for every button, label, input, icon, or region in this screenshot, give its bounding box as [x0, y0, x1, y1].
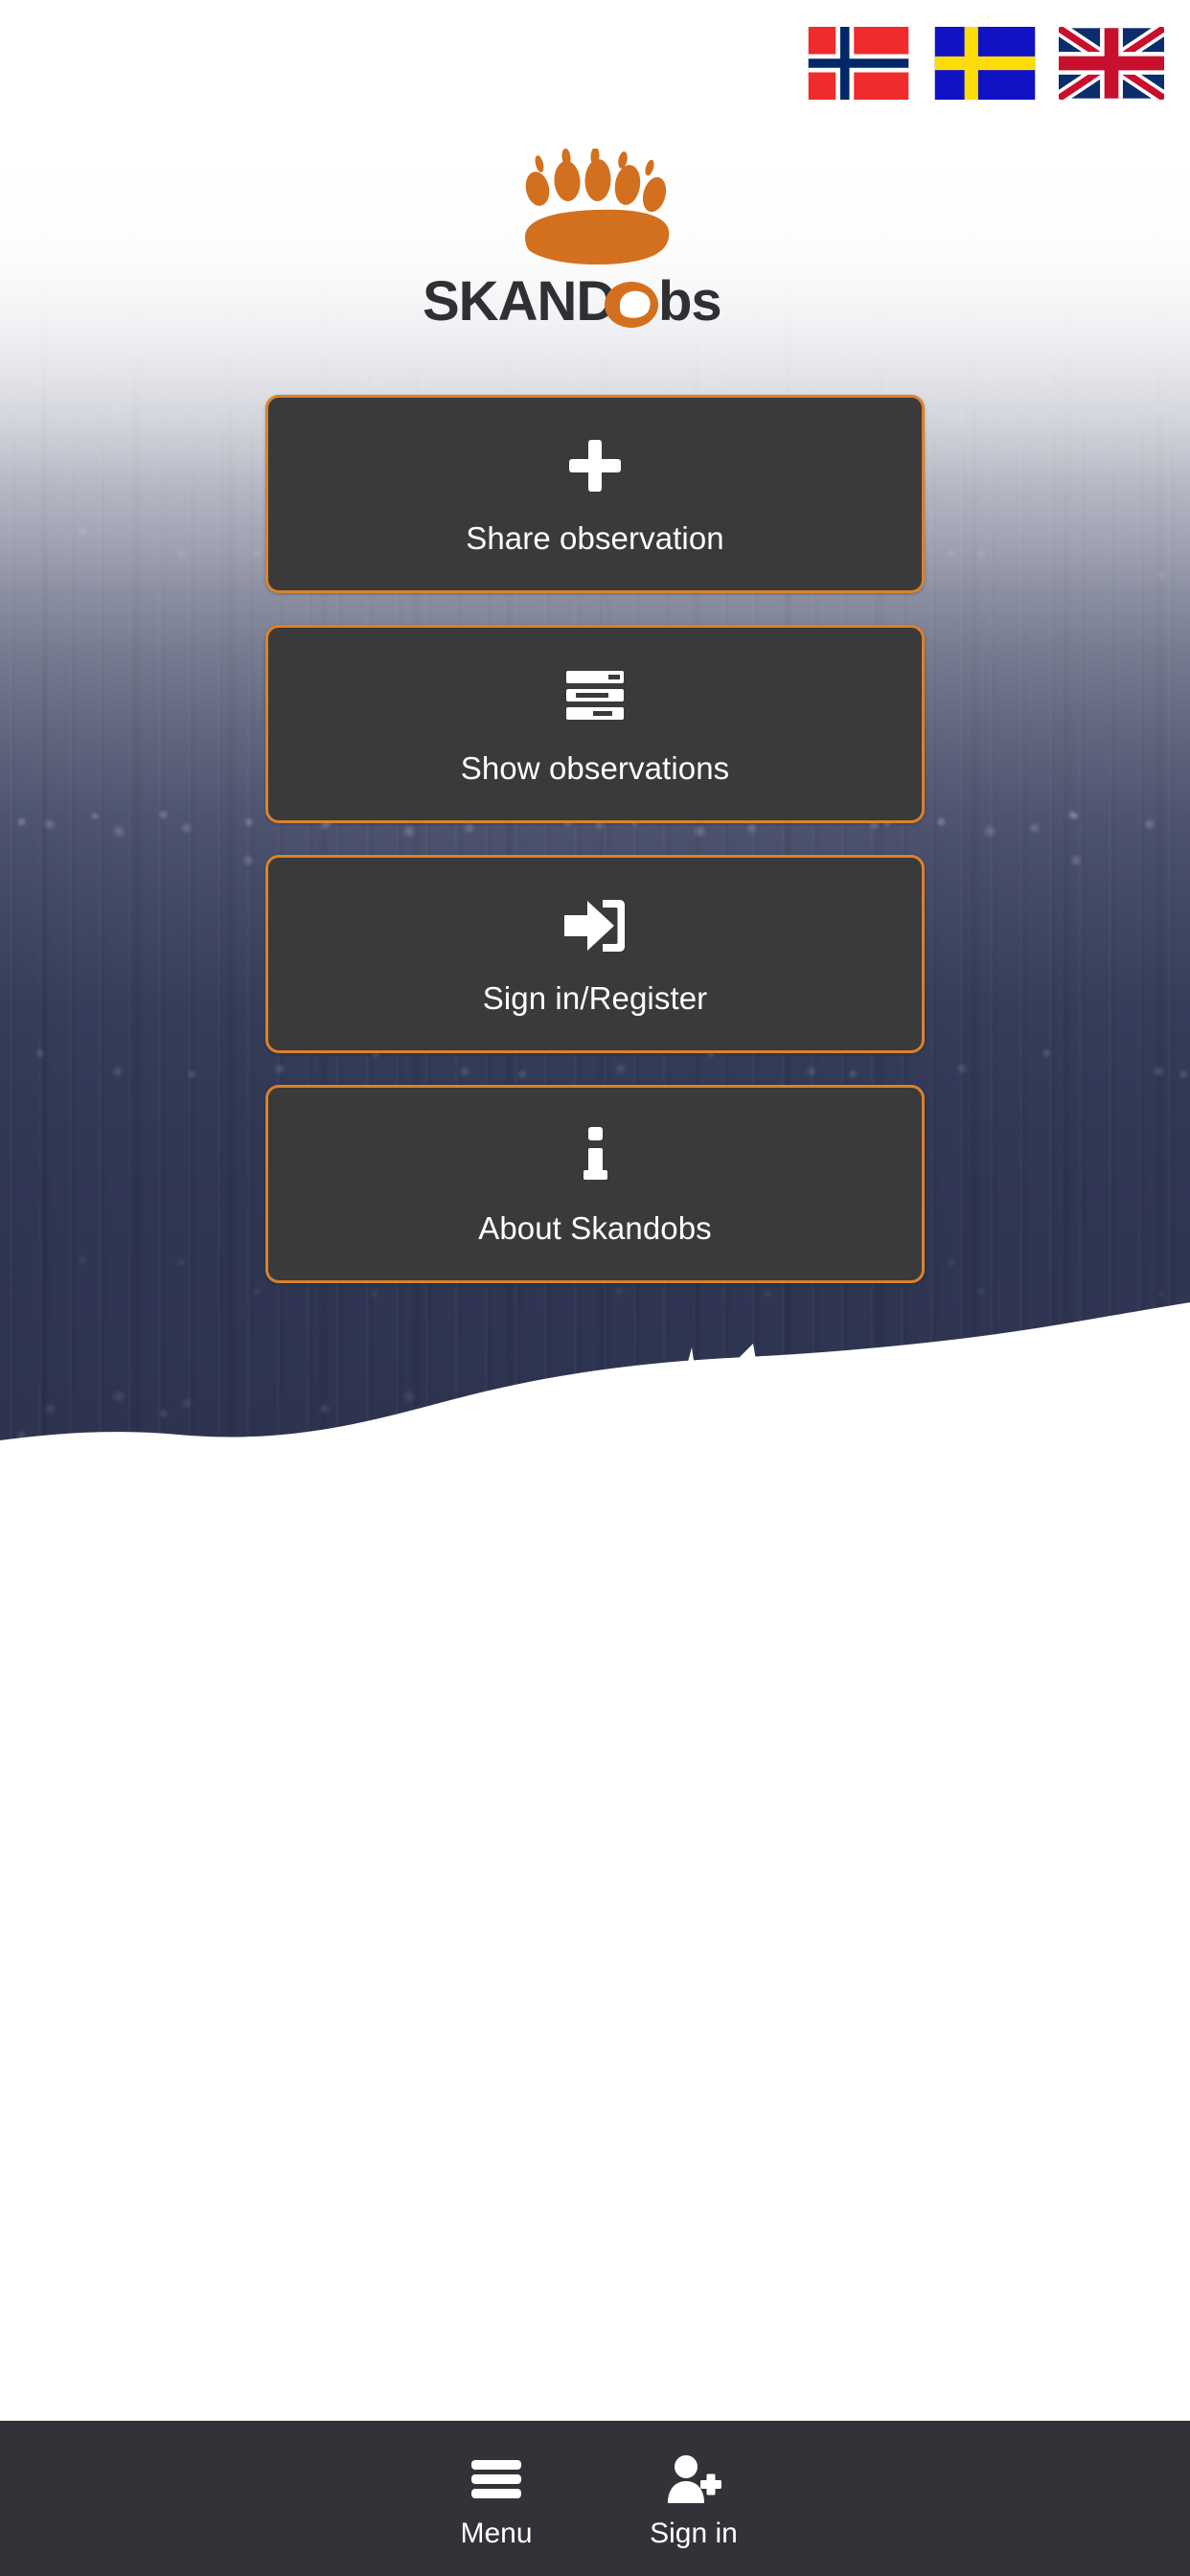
bear-paw-icon: [525, 149, 670, 265]
info-icon: [579, 1124, 611, 1187]
main-action-cards: Share observation Show observations Sign…: [265, 395, 925, 1315]
nav-item-sign-in[interactable]: Sign in: [636, 2449, 751, 2548]
logo-wordmark: SKAND bs: [423, 272, 722, 332]
show-observations-button[interactable]: Show observations: [265, 625, 925, 823]
sign-in-icon: [564, 894, 626, 957]
snow-foreground: [0, 1302, 1190, 1701]
flag-united-kingdom-icon[interactable]: [1059, 27, 1164, 100]
nav-item-menu[interactable]: Menu: [439, 2449, 554, 2548]
show-observations-label: Show observations: [460, 750, 730, 786]
plus-icon: [567, 434, 623, 497]
language-switcher: [806, 27, 1164, 100]
app-root: SKAND bs Share observation Show observat…: [0, 0, 1190, 2576]
hamburger-menu-icon: [471, 2454, 521, 2504]
svg-text:bs: bs: [658, 272, 721, 332]
bottom-navigation-bar: Menu Sign in: [0, 2421, 1190, 2576]
about-skandobs-label: About Skandobs: [478, 1210, 712, 1246]
nav-label-menu: Menu: [460, 2518, 533, 2549]
sign-in-register-button[interactable]: Sign in/Register: [265, 855, 925, 1053]
site-logo[interactable]: SKAND bs: [0, 149, 1190, 332]
flag-sweden-icon[interactable]: [932, 27, 1038, 100]
nav-label-sign-in: Sign in: [650, 2518, 738, 2549]
share-observation-button[interactable]: Share observation: [265, 395, 925, 593]
share-observation-label: Share observation: [466, 520, 724, 556]
about-skandobs-button[interactable]: About Skandobs: [265, 1085, 925, 1283]
sign-in-register-label: Sign in/Register: [482, 980, 708, 1016]
user-plus-icon: [666, 2454, 721, 2504]
list-icon: [566, 664, 624, 727]
flag-norway-icon[interactable]: [806, 27, 911, 100]
svg-text:SKAND: SKAND: [423, 272, 615, 332]
